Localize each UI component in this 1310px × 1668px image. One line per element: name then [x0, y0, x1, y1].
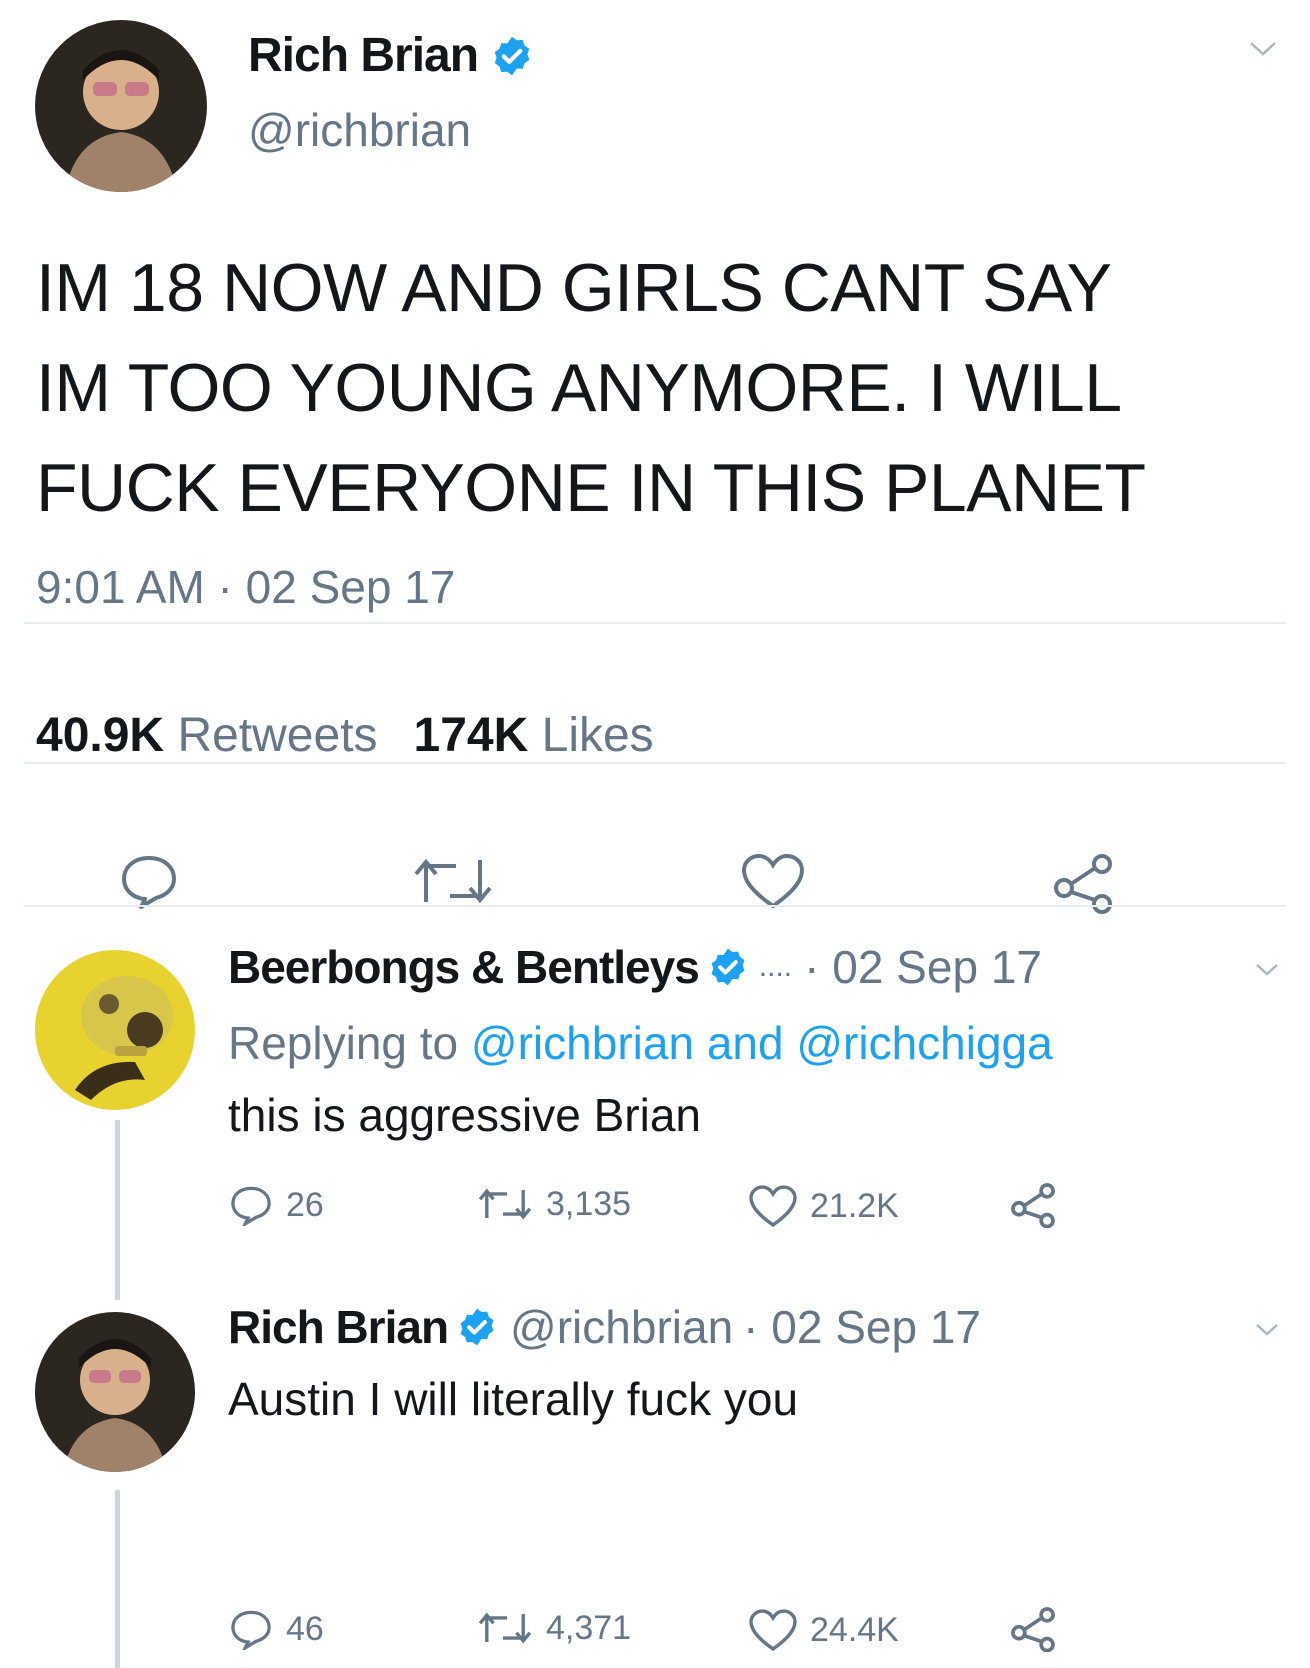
reply-count: 26 — [286, 1185, 324, 1224]
verified-badge-icon — [456, 1306, 498, 1348]
like-action[interactable]: 21.2K — [748, 1184, 899, 1228]
like-count: 24.4K — [810, 1610, 899, 1649]
reply-icon — [231, 1610, 271, 1650]
verified-badge-icon — [707, 946, 749, 988]
like-count: 21.2K — [810, 1186, 899, 1225]
reply-action[interactable]: 26 — [228, 1184, 324, 1226]
author-name[interactable]: Rich Brian — [248, 28, 479, 83]
reply-text: this is aggressive Brian — [228, 1089, 701, 1141]
chevron-down-icon[interactable] — [1254, 962, 1280, 978]
likes-label: Likes — [541, 709, 654, 762]
reply-avatar[interactable] — [35, 950, 195, 1110]
replying-to: Replying to @richbrian and @richchigga — [228, 1016, 1053, 1070]
retweets-count: 40.9K — [36, 709, 165, 762]
mention-link[interactable]: @richbrian — [471, 1017, 694, 1069]
reply-action[interactable]: 46 — [228, 1608, 324, 1650]
like-action[interactable]: 24.4K — [748, 1608, 899, 1652]
main-avatar[interactable] — [35, 20, 207, 192]
reply-count: 46 — [286, 1609, 324, 1648]
main-author[interactable]: Rich Brian — [248, 28, 534, 83]
author-name[interactable]: Beerbongs & Bentleys — [228, 940, 700, 994]
retweet-icon — [478, 1188, 532, 1220]
engagement-stats: 40.9K Retweets 174K Likes — [36, 708, 654, 763]
divider — [24, 905, 1286, 907]
retweet-icon — [478, 1612, 532, 1644]
chevron-down-icon[interactable] — [1254, 1322, 1280, 1338]
tweet-timestamp[interactable]: 9:01 AM · 02 Sep 17 — [36, 560, 455, 614]
author-handle[interactable]: @richbrian — [248, 103, 471, 157]
author-handle[interactable]: @richbrian — [510, 1300, 733, 1354]
retweet-count: 4,371 — [546, 1608, 632, 1647]
tweet-text: IM 18 NOW AND GIRLS CANT SAY IM TOO YOUN… — [36, 250, 1146, 526]
likes-stat[interactable]: 174K Likes — [414, 708, 654, 763]
retweet-icon[interactable] — [410, 852, 496, 910]
reply-icon — [231, 1186, 271, 1226]
divider — [24, 762, 1286, 764]
like-icon — [749, 1609, 797, 1652]
likes-count: 174K — [413, 709, 529, 762]
share-icon[interactable] — [1010, 1182, 1056, 1228]
reply-date[interactable]: · 02 Sep 17 — [743, 1300, 981, 1354]
retweets-stat[interactable]: 40.9K Retweets — [36, 708, 378, 763]
mention-link[interactable]: @richchigga — [796, 1017, 1052, 1069]
retweets-label: Retweets — [177, 709, 378, 762]
reply-header: Rich Brian @richbrian · 02 Sep 17 — [228, 1300, 981, 1354]
like-icon[interactable] — [740, 852, 806, 910]
verified-badge-icon — [490, 34, 534, 78]
author-name[interactable]: Rich Brian — [228, 1300, 449, 1354]
reply-header: Beerbongs & Bentleys .... · 02 Sep 17 — [228, 940, 1042, 994]
chevron-down-icon[interactable] — [1248, 40, 1278, 58]
reply-text: Austin I will literally fuck you — [228, 1373, 799, 1425]
retweet-count: 3,135 — [546, 1184, 632, 1223]
reply-date[interactable]: · 02 Sep 17 — [804, 940, 1042, 994]
reply-avatar[interactable] — [35, 1312, 195, 1472]
thread-line — [115, 1490, 120, 1668]
share-icon[interactable] — [1010, 1606, 1056, 1652]
retweet-action[interactable]: 3,135 — [476, 1184, 631, 1224]
reply-icon[interactable] — [118, 852, 180, 910]
divider — [24, 622, 1286, 624]
replying-label: Replying to — [228, 1017, 459, 1069]
thread-line — [115, 1120, 120, 1300]
like-icon — [749, 1185, 797, 1228]
author-handle[interactable]: .... — [759, 950, 792, 984]
replying-and: and — [706, 1017, 784, 1069]
retweet-action[interactable]: 4,371 — [476, 1608, 631, 1648]
